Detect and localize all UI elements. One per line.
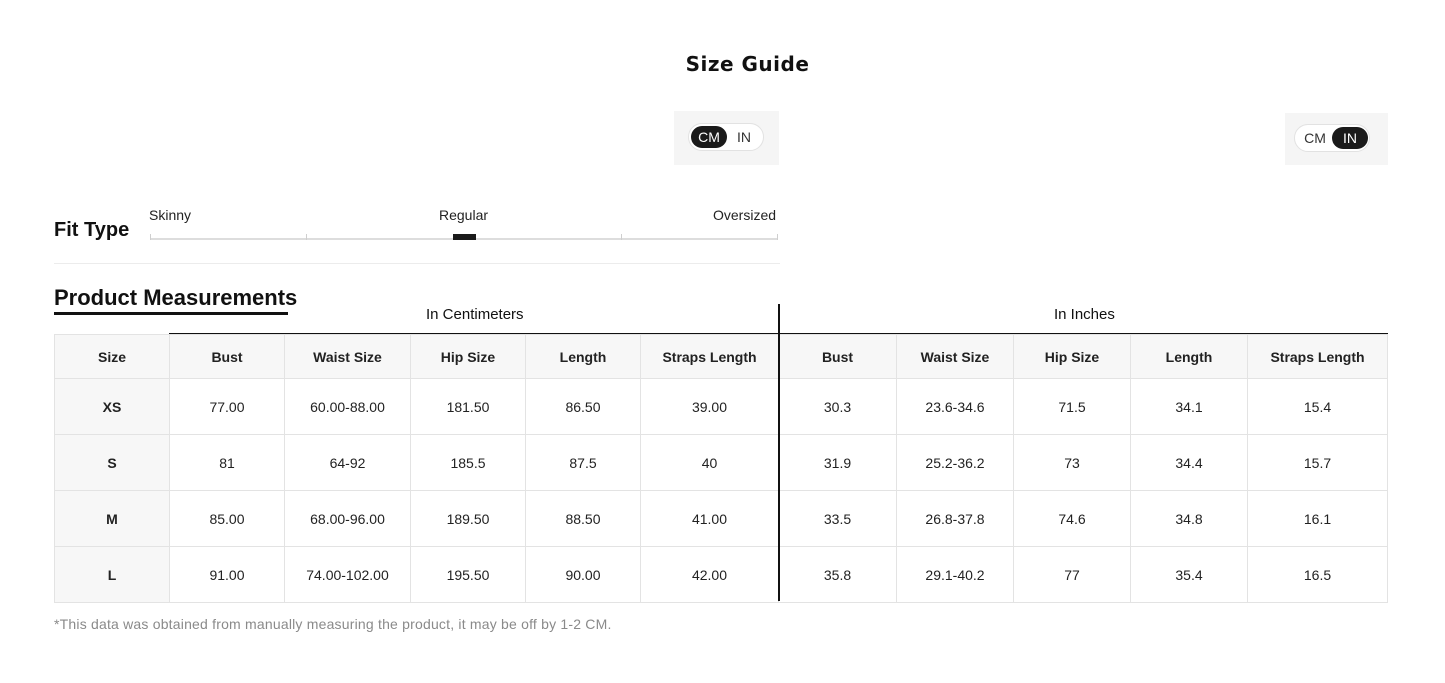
table-cell: 15.4 — [1247, 378, 1388, 435]
table-cell: 34.8 — [1130, 490, 1248, 547]
table-cell: 39.00 — [640, 378, 779, 435]
header-straps-in: Straps Length — [1247, 334, 1388, 379]
header-length-cm: Length — [525, 334, 641, 379]
table-cell: 34.4 — [1130, 434, 1248, 491]
table-cell: 16.1 — [1247, 490, 1388, 547]
table-row: M 85.00 68.00-96.00 189.50 88.50 41.00 3… — [54, 490, 1388, 547]
table-cell: 68.00-96.00 — [284, 490, 411, 547]
table-cell: 81 — [169, 434, 285, 491]
table-header-row: Size Bust Waist Size Hip Size Length Str… — [54, 334, 1388, 379]
title-underline — [54, 312, 288, 315]
fit-scale-tick — [306, 234, 307, 240]
header-bust-in: Bust — [778, 334, 897, 379]
table-cell: 23.6-34.6 — [896, 378, 1014, 435]
unit-toggle: CM IN — [688, 123, 764, 151]
fit-scale-tick — [621, 234, 622, 240]
header-waist-in: Waist Size — [896, 334, 1014, 379]
table-cell: 30.3 — [778, 378, 897, 435]
table-cell: 185.5 — [410, 434, 526, 491]
measurements-table: Size Bust Waist Size Hip Size Length Str… — [54, 334, 1388, 603]
fit-scale-tick — [150, 234, 151, 240]
table-cell: 74.00-102.00 — [284, 546, 411, 603]
section-divider — [54, 263, 780, 264]
table-cell: 189.50 — [410, 490, 526, 547]
unit-option-cm[interactable]: CM — [691, 126, 727, 148]
table-cell: 25.2-36.2 — [896, 434, 1014, 491]
size-cell: M — [54, 490, 170, 547]
group-label-inches: In Inches — [1054, 306, 1115, 323]
table-cell: 71.5 — [1013, 378, 1131, 435]
table-cell: 181.50 — [410, 378, 526, 435]
table-row: L 91.00 74.00-102.00 195.50 90.00 42.00 … — [54, 546, 1388, 603]
table-cell: 77.00 — [169, 378, 285, 435]
table-cell: 34.1 — [1130, 378, 1248, 435]
measurement-disclaimer: *This data was obtained from manually me… — [54, 616, 612, 632]
header-waist-cm: Waist Size — [284, 334, 411, 379]
table-cell: 87.5 — [525, 434, 641, 491]
unit-option-cm[interactable]: CM — [1297, 127, 1333, 149]
fit-label-oversized: Oversized — [713, 207, 777, 223]
fit-label-regular: Regular — [439, 207, 489, 223]
fit-scale-indicator — [453, 234, 476, 240]
table-cell: 26.8-37.8 — [896, 490, 1014, 547]
table-cell: 60.00-88.00 — [284, 378, 411, 435]
header-hip-cm: Hip Size — [410, 334, 526, 379]
table-row: S 81 64-92 185.5 87.5 40 31.9 25.2-36.2 … — [54, 434, 1388, 491]
fit-type-label: Fit Type — [54, 219, 130, 241]
unit-option-in[interactable]: IN — [1332, 127, 1368, 149]
table-cell: 16.5 — [1247, 546, 1388, 603]
table-cell: 41.00 — [640, 490, 779, 547]
table-cell: 90.00 — [525, 546, 641, 603]
page-title: Size Guide — [685, 52, 810, 76]
header-length-in: Length — [1130, 334, 1248, 379]
table-cell: 91.00 — [169, 546, 285, 603]
unit-group-divider — [778, 304, 780, 601]
fit-scale-tick — [777, 234, 778, 240]
table-cell: 195.50 — [410, 546, 526, 603]
table-cell: 73 — [1013, 434, 1131, 491]
size-cell: L — [54, 546, 170, 603]
size-cell: XS — [54, 378, 170, 435]
table-cell: 40 — [640, 434, 779, 491]
unit-toggle: CM IN — [1294, 124, 1370, 152]
unit-toggle-cm-panel: CM IN — [674, 111, 779, 165]
table-cell: 86.50 — [525, 378, 641, 435]
unit-option-in[interactable]: IN — [726, 126, 762, 148]
header-bust-cm: Bust — [169, 334, 285, 379]
table-row: XS 77.00 60.00-88.00 181.50 86.50 39.00 … — [54, 378, 1388, 435]
table-cell: 74.6 — [1013, 490, 1131, 547]
header-straps-cm: Straps Length — [640, 334, 779, 379]
table-cell: 33.5 — [778, 490, 897, 547]
table-cell: 64-92 — [284, 434, 411, 491]
group-label-centimeters: In Centimeters — [426, 306, 524, 323]
fit-label-skinny: Skinny — [149, 207, 192, 223]
table-cell: 29.1-40.2 — [896, 546, 1014, 603]
table-cell: 42.00 — [640, 546, 779, 603]
table-cell: 77 — [1013, 546, 1131, 603]
unit-toggle-in-panel: CM IN — [1285, 113, 1388, 165]
table-cell: 35.4 — [1130, 546, 1248, 603]
product-measurements-title: Product Measurements — [54, 285, 298, 310]
table-cell: 31.9 — [778, 434, 897, 491]
header-size: Size — [54, 334, 170, 379]
table-cell: 35.8 — [778, 546, 897, 603]
table-cell: 15.7 — [1247, 434, 1388, 491]
table-cell: 85.00 — [169, 490, 285, 547]
size-cell: S — [54, 434, 170, 491]
table-cell: 88.50 — [525, 490, 641, 547]
header-hip-in: Hip Size — [1013, 334, 1131, 379]
